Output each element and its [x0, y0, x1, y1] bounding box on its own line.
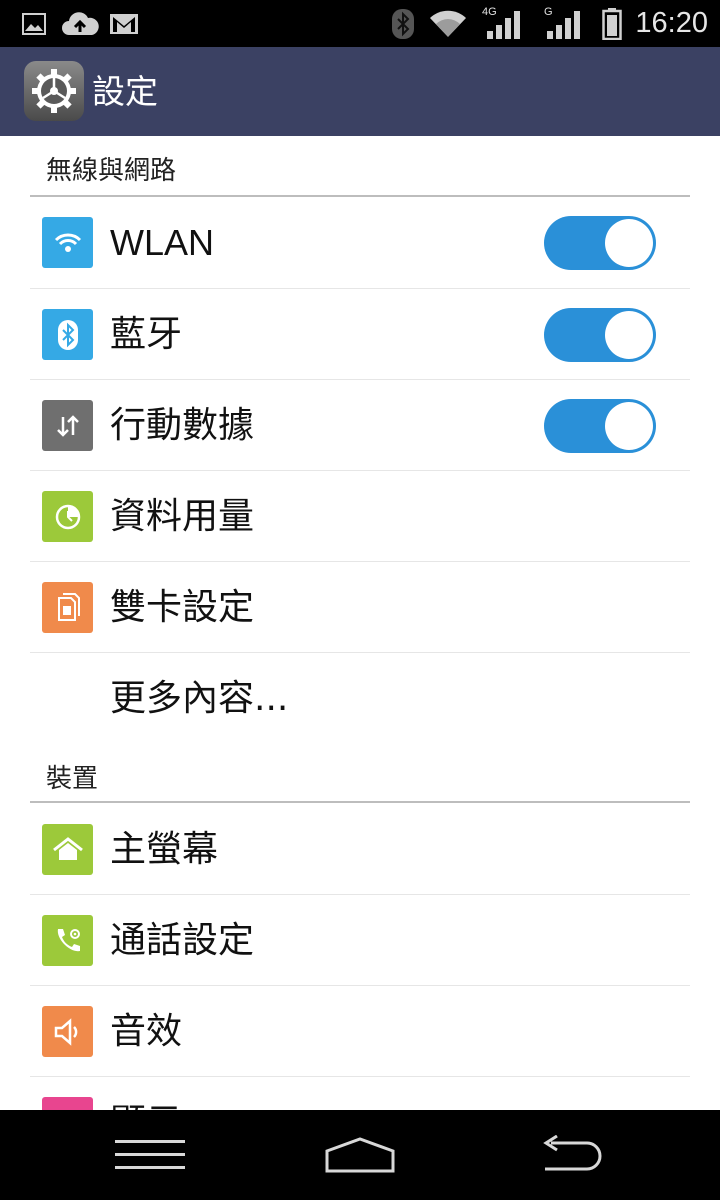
- settings-item-label: 行動數據: [110, 405, 255, 446]
- settings-list: 無線與網路 WLAN 藍牙 行動數據 資料用量 雙卡設定 更多內容... 裝置 …: [0, 136, 720, 1110]
- settings-item-label: 更多內容...: [110, 678, 289, 719]
- settings-gear-icon[interactable]: [24, 61, 84, 121]
- settings-item-label: 通話設定: [110, 920, 255, 961]
- settings-item-mobile-data[interactable]: 行動數據: [30, 380, 690, 471]
- bluetooth-icon: [42, 309, 93, 360]
- settings-item-dual-sim[interactable]: 雙卡設定: [30, 562, 690, 653]
- signal-4g-icon: 4G: [480, 0, 526, 47]
- settings-item-display[interactable]: 顯示: [30, 1077, 690, 1110]
- wifi-icon: [42, 217, 93, 268]
- menu-icon[interactable]: [90, 1110, 210, 1200]
- mobile-data-icon: [42, 400, 93, 451]
- status-bar: 4G G 16:20: [0, 0, 720, 47]
- bluetooth-icon: [390, 0, 416, 47]
- settings-item-label: 藍牙: [110, 314, 183, 355]
- settings-item-call-settings[interactable]: 通話設定: [30, 895, 690, 986]
- call-settings-icon: [42, 915, 93, 966]
- toggle-knob: [605, 311, 653, 359]
- settings-item-bluetooth[interactable]: 藍牙: [30, 289, 690, 380]
- section-header-device: 裝置: [46, 764, 99, 794]
- sound-icon: [42, 1006, 93, 1057]
- signal-g-icon: G: [540, 0, 586, 47]
- settings-item-label: 主螢幕: [110, 829, 219, 870]
- navigation-bar: [0, 1110, 720, 1200]
- sim-card-icon: [42, 582, 93, 633]
- home-icon[interactable]: [300, 1110, 420, 1200]
- settings-item-sound[interactable]: 音效: [30, 986, 690, 1077]
- back-icon[interactable]: [510, 1110, 630, 1200]
- settings-item-label: 雙卡設定: [110, 587, 255, 628]
- network-g-label: G: [544, 6, 553, 18]
- action-bar: 設定: [0, 47, 720, 136]
- toggle-knob: [605, 219, 653, 267]
- gmail-icon: [108, 0, 140, 47]
- settings-item-label: 音效: [110, 1011, 183, 1052]
- home-screen-icon: [42, 824, 93, 875]
- settings-item-more[interactable]: 更多內容...: [30, 653, 690, 744]
- bluetooth-toggle[interactable]: [544, 308, 656, 362]
- wifi-icon: [428, 0, 468, 47]
- display-icon: [42, 1097, 93, 1110]
- wlan-toggle[interactable]: [544, 216, 656, 270]
- settings-item-label: 資料用量: [110, 496, 255, 537]
- toggle-knob: [605, 402, 653, 450]
- settings-item-label: WLAN: [110, 222, 215, 263]
- battery-icon: [598, 0, 626, 47]
- image-icon: [20, 0, 48, 47]
- section-divider: [30, 801, 690, 803]
- settings-item-home-screen[interactable]: 主螢幕: [30, 804, 690, 895]
- data-usage-icon: [42, 491, 93, 542]
- settings-item-label: 顯示: [110, 1077, 182, 1110]
- settings-item-data-usage[interactable]: 資料用量: [30, 471, 690, 562]
- settings-item-wlan[interactable]: WLAN: [30, 197, 690, 288]
- network-4g-label: 4G: [482, 6, 497, 18]
- clock: 16:20: [635, 7, 708, 39]
- cloud-upload-icon: [60, 0, 100, 47]
- mobile-data-toggle[interactable]: [544, 399, 656, 453]
- section-header-wireless: 無線與網路: [46, 156, 177, 186]
- page-title: 設定: [92, 72, 158, 111]
